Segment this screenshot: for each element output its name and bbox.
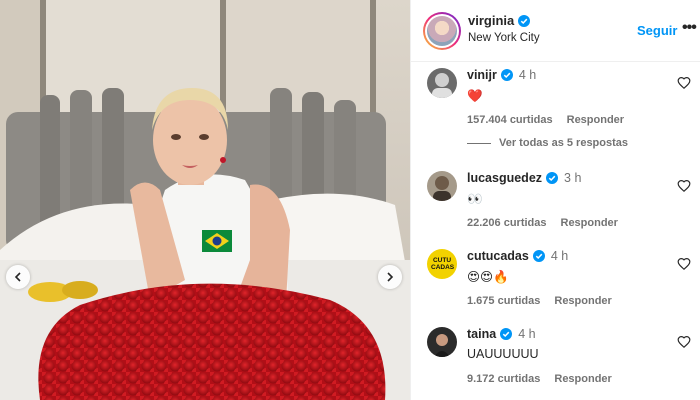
comment-time: 4 h [518,327,536,341]
comment-likes[interactable]: 22.206 curtidas [467,217,547,229]
comments-panel: virginia New York City Seguir ••• vinijr… [410,0,700,400]
comment-likes[interactable]: 9.172 curtidas [467,373,540,385]
comment-text: 👀 [467,191,483,206]
heart-outline-icon[interactable] [677,257,691,271]
verified-badge-icon [500,328,513,340]
replies-divider [467,142,491,144]
commenter-username[interactable]: taina [467,327,496,341]
comment-item: lucasguedez 3 h 👀 22.206 curtidas Respon… [411,165,700,243]
comment-text: 😍😍🔥 [467,269,509,284]
carousel-prev-button[interactable] [6,265,30,289]
instagram-post: virginia New York City Seguir ••• vinijr… [0,0,700,400]
comment-text: UAUUUUUU [467,347,539,361]
view-replies-label[interactable]: Ver todas as 5 respostas [499,137,628,149]
view-replies-button[interactable]: Ver todas as 5 respostas [467,137,628,149]
comment-time: 4 h [550,249,569,263]
author-avatar[interactable] [423,12,461,50]
commenter-avatar[interactable] [427,327,457,357]
comment-text: ❤️ [467,88,483,103]
author-username-row[interactable]: virginia [468,13,531,28]
chevron-left-icon [14,272,21,282]
comment-item: vinijr 4 h ❤️ 157.404 curtidas Responder [411,62,700,140]
comment-likes[interactable]: 1.675 curtidas [467,295,540,307]
post-media[interactable] [0,0,410,400]
heart-outline-icon[interactable] [677,76,691,90]
commenter-username[interactable]: vinijr [467,68,497,82]
commenter-avatar[interactable] [427,68,457,98]
commenter-avatar-text: CUTU CADAS [431,257,455,271]
comment-time: 4 h [518,68,537,82]
comment-item: taina 4 h UAUUUUUU 9.172 curtidas Respon… [411,321,700,399]
heart-outline-icon[interactable] [677,335,691,349]
follow-button[interactable]: Seguir [637,23,677,38]
verified-badge-icon [518,14,531,27]
comment-time: 3 h [564,171,582,185]
reply-button[interactable]: Responder [554,295,611,307]
chevron-right-icon [387,272,394,282]
carousel-next-button[interactable] [378,265,402,289]
author-username[interactable]: virginia [468,13,514,28]
verified-badge-icon [546,172,559,184]
post-header: virginia New York City Seguir ••• [411,0,700,62]
reply-button[interactable]: Responder [561,217,618,229]
verified-badge-icon [500,69,513,81]
post-location[interactable]: New York City [468,32,540,44]
commenter-avatar[interactable]: CUTU CADAS [427,249,457,279]
comment-item: CUTU CADAS cutucadas 4 h 😍😍🔥 1.675 curti… [411,243,700,321]
heart-outline-icon[interactable] [677,179,691,193]
commenter-username[interactable]: lucasguedez [467,171,542,185]
verified-badge-icon [532,250,545,262]
comment-likes[interactable]: 157.404 curtidas [467,114,553,126]
commenter-avatar[interactable] [427,171,457,201]
reply-button[interactable]: Responder [567,114,624,126]
more-options-icon[interactable]: ••• [682,19,697,37]
reply-button[interactable]: Responder [554,373,611,385]
post-photo [0,0,410,400]
commenter-username[interactable]: cutucadas [467,249,529,263]
